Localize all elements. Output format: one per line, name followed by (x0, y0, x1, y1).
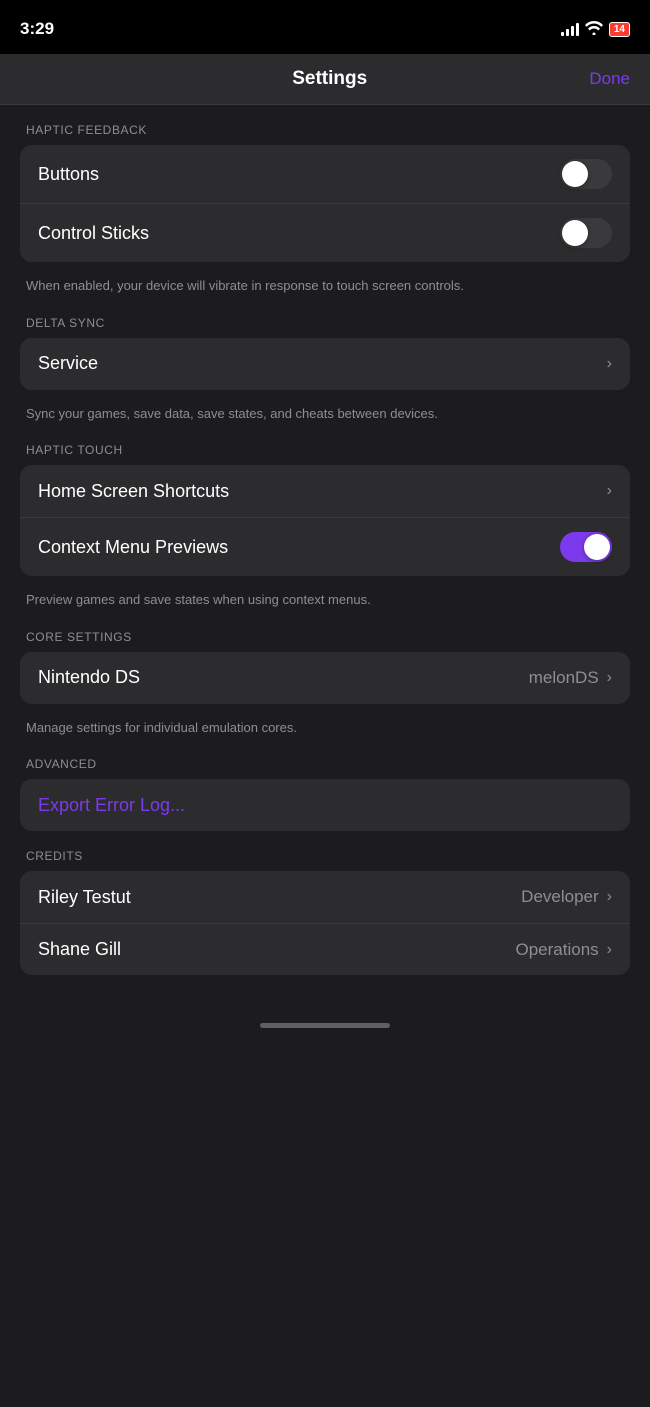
haptic-feedback-description: When enabled, your device will vibrate i… (20, 270, 630, 312)
card-credits: Riley Testut Developer › Shane Gill Oper… (20, 871, 630, 975)
section-haptic-touch: HAPTIC TOUCH Home Screen Shortcuts › Con… (20, 443, 630, 626)
row-riley-testut[interactable]: Riley Testut Developer › (20, 871, 630, 923)
card-haptic-feedback: Buttons Control Sticks (20, 145, 630, 262)
export-error-log-label: Export Error Log... (38, 795, 185, 816)
row-service[interactable]: Service › (20, 338, 630, 390)
service-label: Service (38, 353, 98, 374)
delta-sync-description: Sync your games, save data, save states,… (20, 398, 630, 440)
status-time: 3:29 (20, 19, 54, 39)
service-chevron-icon: › (607, 355, 612, 373)
home-screen-shortcuts-chevron-icon: › (607, 482, 612, 500)
section-label-haptic-touch: HAPTIC TOUCH (20, 443, 630, 457)
buttons-label: Buttons (38, 164, 99, 185)
row-control-sticks: Control Sticks (20, 203, 630, 262)
nav-bar: Settings Done (0, 54, 650, 105)
battery-badge: 14 (609, 22, 630, 37)
shane-gill-role: Operations (516, 940, 599, 960)
nintendo-ds-chevron-icon: › (607, 669, 612, 687)
context-menu-previews-label: Context Menu Previews (38, 537, 228, 558)
status-bar: 3:29 14 (0, 0, 650, 54)
shane-gill-chevron-icon: › (607, 941, 612, 959)
wifi-icon (585, 21, 603, 38)
context-menu-previews-toggle-knob (584, 534, 610, 560)
section-label-haptic-feedback: HAPTIC FEEDBACK (20, 123, 630, 137)
section-credits: CREDITS Riley Testut Developer › Shane G… (20, 849, 630, 975)
row-home-screen-shortcuts[interactable]: Home Screen Shortcuts › (20, 465, 630, 517)
nintendo-ds-label: Nintendo DS (38, 667, 140, 688)
buttons-toggle-knob (562, 161, 588, 187)
card-haptic-touch: Home Screen Shortcuts › Context Menu Pre… (20, 465, 630, 576)
card-advanced: Export Error Log... (20, 779, 630, 831)
shane-gill-label: Shane Gill (38, 939, 121, 960)
control-sticks-label: Control Sticks (38, 223, 149, 244)
section-advanced: ADVANCED Export Error Log... (20, 757, 630, 831)
section-label-credits: CREDITS (20, 849, 630, 863)
nintendo-ds-value: melonDS (529, 668, 599, 688)
buttons-toggle[interactable] (560, 159, 612, 189)
row-nintendo-ds[interactable]: Nintendo DS melonDS › (20, 652, 630, 704)
riley-testut-label: Riley Testut (38, 887, 131, 908)
section-label-delta-sync: DELTA SYNC (20, 316, 630, 330)
status-icons: 14 (561, 21, 630, 38)
card-core-settings: Nintendo DS melonDS › (20, 652, 630, 704)
section-label-core-settings: CORE SETTINGS (20, 630, 630, 644)
control-sticks-toggle-knob (562, 220, 588, 246)
core-settings-description: Manage settings for individual emulation… (20, 712, 630, 754)
section-label-advanced: ADVANCED (20, 757, 630, 771)
home-bar (260, 1023, 390, 1028)
riley-testut-chevron-icon: › (607, 888, 612, 906)
riley-testut-role: Developer (521, 887, 599, 907)
control-sticks-toggle[interactable] (560, 218, 612, 248)
row-context-menu-previews: Context Menu Previews (20, 517, 630, 576)
section-haptic-feedback: HAPTIC FEEDBACK Buttons Control Sticks W… (20, 123, 630, 312)
section-delta-sync: DELTA SYNC Service › Sync your games, sa… (20, 316, 630, 440)
section-core-settings: CORE SETTINGS Nintendo DS melonDS › Mana… (20, 630, 630, 754)
nav-title: Settings (70, 68, 589, 90)
done-button[interactable]: Done (589, 69, 630, 89)
card-delta-sync: Service › (20, 338, 630, 390)
haptic-touch-description: Preview games and save states when using… (20, 584, 630, 626)
row-buttons: Buttons (20, 145, 630, 203)
home-indicator (0, 1013, 650, 1034)
home-screen-shortcuts-label: Home Screen Shortcuts (38, 481, 229, 502)
context-menu-previews-toggle[interactable] (560, 532, 612, 562)
row-shane-gill[interactable]: Shane Gill Operations › (20, 923, 630, 975)
row-export-error-log[interactable]: Export Error Log... (20, 779, 630, 831)
signal-bars-icon (561, 22, 579, 36)
settings-content: HAPTIC FEEDBACK Buttons Control Sticks W… (0, 105, 650, 1013)
